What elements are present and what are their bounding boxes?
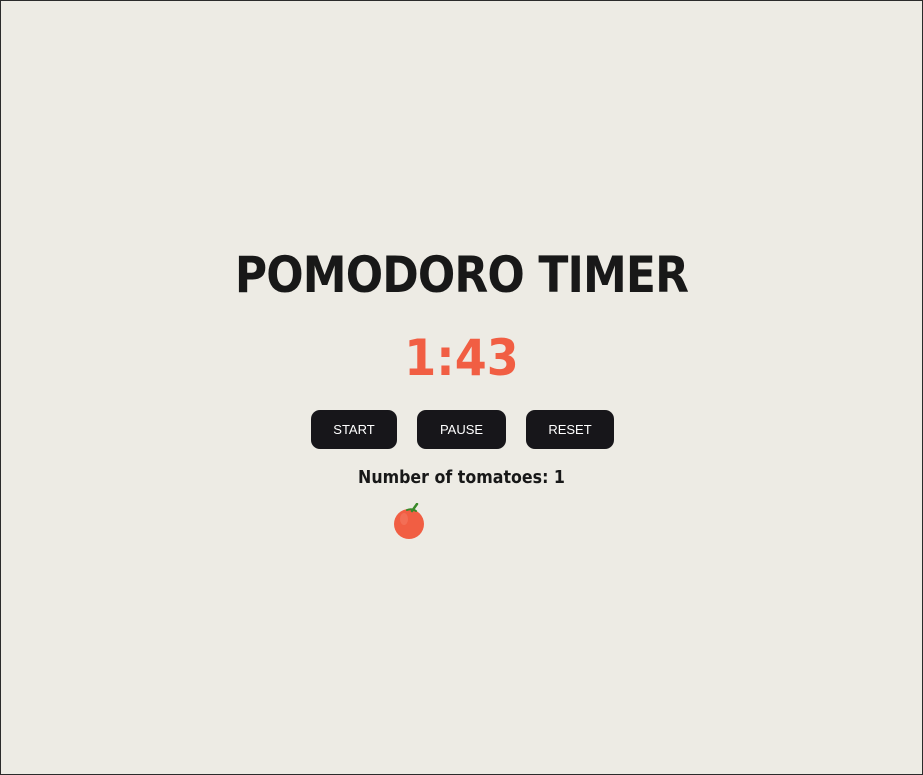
tomato-list <box>391 502 431 541</box>
app-frame: POMODORO TIMER 1:43 START PAUSE RESET Nu… <box>0 0 923 775</box>
tomato-icon <box>394 502 424 539</box>
start-button[interactable]: START <box>311 410 397 449</box>
pause-button[interactable]: PAUSE <box>417 410 506 449</box>
reset-button[interactable]: RESET <box>526 410 614 449</box>
timer-display: 1:43 <box>404 329 519 387</box>
tomato-count-label: Number of tomatoes: 1 <box>358 467 565 488</box>
page-title: POMODORO TIMER <box>234 246 689 304</box>
